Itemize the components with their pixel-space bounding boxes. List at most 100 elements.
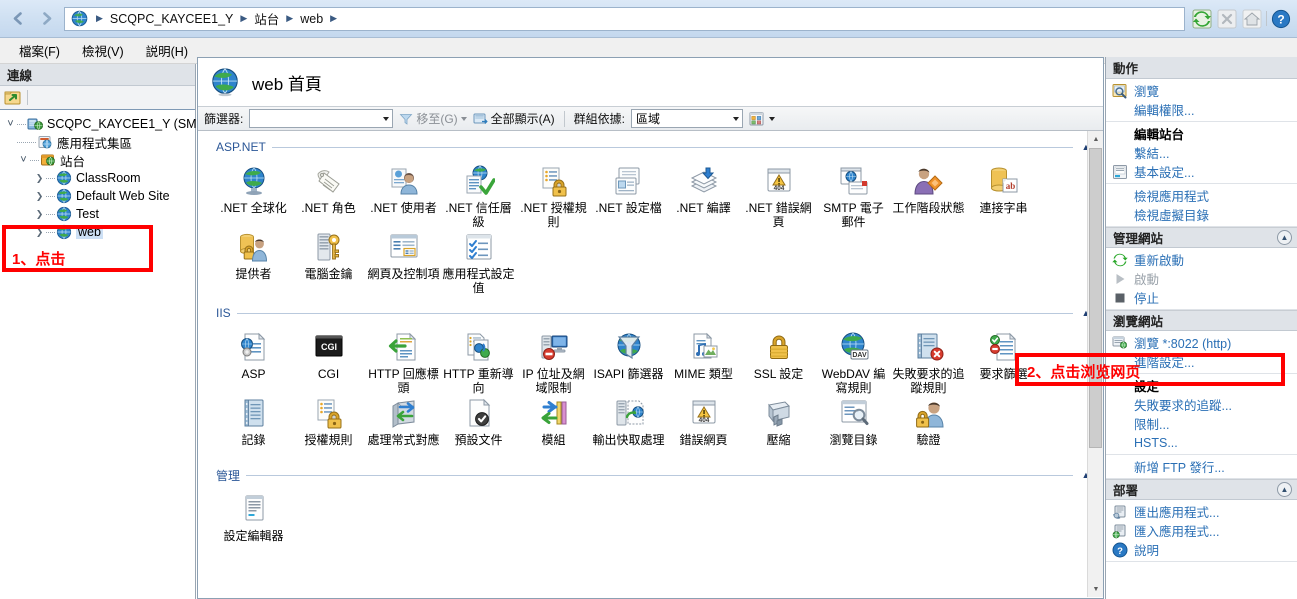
tree-item-app-pools[interactable]: 應用程式集區 [0,133,195,151]
feature-cgi[interactable]: CGI CGI [291,329,366,395]
feature-application-settings[interactable]: 應用程式設定值 [441,229,516,295]
action-edit-permissions[interactable]: 編輯權限... [1106,100,1297,119]
forward-button[interactable] [32,6,60,32]
feature-connection-strings[interactable]: ab 連接字串 [966,163,1041,229]
action-view-virtual-directories[interactable]: 檢視虛擬目錄 [1106,205,1297,224]
action-stop[interactable]: 停止 [1106,288,1297,307]
stop-icon[interactable] [1216,8,1238,30]
feature-http-response-headers[interactable]: HTTP 回應標頭 [366,329,441,395]
breadcrumb-item-server[interactable]: SCQPC_KAYCEE1_Y [108,11,235,27]
feature-net-roles[interactable]: .NET 角色 [291,163,366,229]
feature-asp[interactable]: ASP [216,329,291,395]
actions-group-views: 檢視應用程式 檢視虛擬目錄 [1106,184,1297,227]
feature-webdav-authoring-rules[interactable]: DAV WebDAV 編寫規則 [816,329,891,395]
feature-modules[interactable]: 模組 [516,395,591,457]
tree-line [17,123,26,125]
action-add-ftp-publishing[interactable]: 新增 FTP 發行... [1106,457,1297,476]
chevron-down-icon[interactable] [383,116,390,121]
chevron-up-icon[interactable]: ▲ [1277,230,1292,245]
feature-authorization-rules[interactable]: 授權規則 [291,395,366,457]
feature-configuration-editor[interactable]: 設定編輯器 [216,491,291,553]
feature-logging[interactable]: 記錄 [216,395,291,457]
chevron-down-icon[interactable]: ˅ [4,118,17,130]
filter-input[interactable] [249,109,394,128]
breadcrumb[interactable]: ▶ SCQPC_KAYCEE1_Y ▶ 站台 ▶ web ▶ [64,6,1185,31]
feature-failed-request-tracing-rules[interactable]: 失敗要求的追蹤規則 [891,329,966,395]
help-icon[interactable]: ? [1270,8,1292,30]
feature-handler-mappings[interactable]: 處理常式對應 [366,395,441,457]
feature-compression[interactable]: 壓縮 [741,395,816,457]
feature-net-globalization[interactable]: .NET 全球化 [216,163,291,229]
feature-net-error-pages[interactable]: 404 .NET 錯誤網頁 [741,163,816,229]
chevron-down-icon[interactable]: ˅ [17,154,30,166]
tree-item-server[interactable]: ˅ SCQPC_KAYCEE1_Y (SMP-C [0,115,218,133]
feature-pages-and-controls[interactable]: 網頁及控制項 [366,229,441,295]
chevron-down-icon[interactable] [460,116,467,121]
feature-net-compilation[interactable]: .NET 編譯 [666,163,741,229]
chevron-right-icon[interactable]: ❯ [33,173,46,184]
chevron-down-icon[interactable] [733,116,740,121]
action-basic-settings[interactable]: 基本設定... [1106,162,1297,181]
feature-isapi-filters[interactable]: ISAPI 篩選器 [591,329,666,395]
feature-smtp-email[interactable]: SMTP 電子郵件 [816,163,891,229]
chevron-up-icon[interactable]: ▲ [1277,482,1292,497]
scroll-down-arrow[interactable]: ▼ [1088,581,1103,597]
action-failed-request-tracing[interactable]: 失敗要求的追蹤... [1106,395,1297,414]
chevron-right-icon[interactable]: ❯ [33,209,46,220]
view-mode-button[interactable] [749,111,776,127]
action-hsts[interactable]: HSTS... [1106,433,1297,452]
show-all-button[interactable]: 全部顯示(A) [473,110,555,127]
menu-help[interactable]: 説明(H) [135,38,199,63]
feature-net-profile[interactable]: .NET 設定檔 [591,163,666,229]
group-by-select[interactable]: 區域 [631,109,744,128]
menu-file[interactable]: 檔案(F) [8,38,71,63]
action-bindings[interactable]: 繫結... [1106,143,1297,162]
feature-label: .NET 全球化 [220,201,287,215]
menu-view[interactable]: 檢視(V) [71,38,135,63]
action-help[interactable]: ? 說明 [1106,540,1297,559]
action-browse-binding[interactable]: 瀏覽 *:8022 (http) [1106,333,1297,352]
feature-error-pages[interactable]: 404 錯誤網頁 [666,395,741,457]
feature-ssl-settings[interactable]: SSL 設定 [741,329,816,395]
tree-item-classroom[interactable]: ❯ ClassRoom [0,169,195,187]
feature-authentication[interactable]: 驗證 [891,395,966,457]
chevron-down-icon[interactable] [769,116,776,121]
scroll-thumb[interactable] [1089,148,1102,448]
feature-default-document[interactable]: 預設文件 [441,395,516,457]
feature-directory-browsing[interactable]: 瀏覽目錄 [816,395,891,457]
action-limits[interactable]: 限制... [1106,414,1297,433]
action-export-application[interactable]: 匯出應用程式... [1106,502,1297,521]
feature-output-caching[interactable]: 輸出快取處理 [591,395,666,457]
feature-net-authorization-rules[interactable]: .NET 授權規則 [516,163,591,229]
tree-item-default-web-site[interactable]: ❯ Default Web Site [0,187,195,205]
feature-mime-types[interactable]: MIME 類型 [666,329,741,395]
action-view-applications[interactable]: 檢視應用程式 [1106,186,1297,205]
go-button[interactable]: 移至(G) [399,110,467,127]
feature-machine-key[interactable]: 電腦金鑰 [291,229,366,295]
feature-label: .NET 錯誤網頁 [745,201,812,229]
action-restart[interactable]: 重新啟動 [1106,250,1297,269]
feature-providers[interactable]: 提供者 [216,229,291,295]
feature-ip-address-domain-restrictions[interactable]: IP 位址及網域限制 [516,329,591,395]
breadcrumb-item-sites[interactable]: 站台 [252,8,281,29]
chevron-right-icon[interactable]: ❯ [33,227,46,238]
breadcrumb-item-web[interactable]: web [298,11,325,27]
tree-item-web[interactable]: ❯ web [0,223,195,241]
back-button[interactable] [4,6,32,32]
scroll-up-arrow[interactable]: ▲ [1088,131,1103,147]
action-import-application[interactable]: 匯入應用程式... [1106,521,1297,540]
feature-net-trust-levels[interactable]: .NET 信任層級 [441,163,516,229]
feature-http-redirect[interactable]: HTTP 重新導向 [441,329,516,395]
feature-net-users[interactable]: .NET 使用者 [366,163,441,229]
action-browse[interactable]: 瀏覽 [1106,81,1297,100]
toolbar-divider [563,110,565,127]
chevron-right-icon[interactable]: ❯ [33,191,46,202]
tree-item-sites[interactable]: ˅ 站台 [0,151,195,169]
action-start[interactable]: 啟動 [1106,269,1297,288]
connect-to-server-icon[interactable] [4,89,22,106]
feature-session-state[interactable]: 工作階段狀態 [891,163,966,229]
home-icon[interactable] [1241,8,1263,30]
tree-item-test[interactable]: ❯ Test [0,205,195,223]
refresh-icon[interactable] [1191,8,1213,30]
